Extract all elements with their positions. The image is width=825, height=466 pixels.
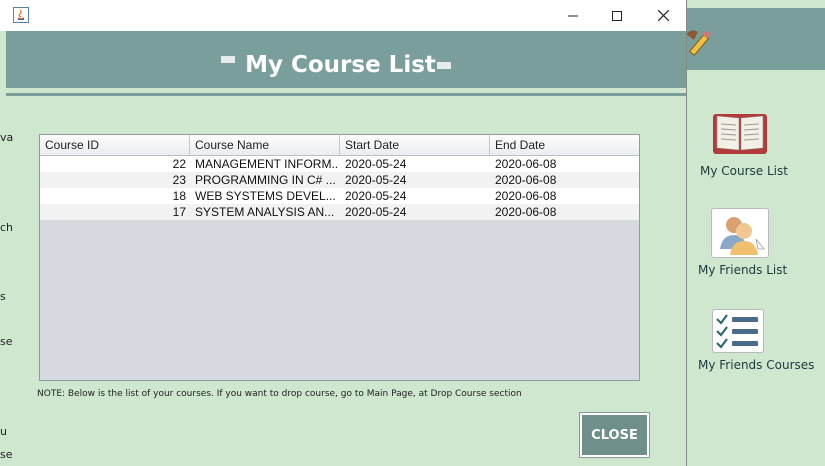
dialog-titlebar: [0, 0, 686, 31]
background-edge-text: s: [0, 290, 6, 303]
checklist-icon: [712, 309, 764, 353]
minimize-icon: [568, 15, 578, 16]
end-date-cell: 2020-06-08: [495, 173, 557, 187]
course-id-cell: 18: [172, 189, 186, 203]
header-decoration-right: [437, 62, 451, 69]
column-header-course-name[interactable]: Course Name: [190, 135, 340, 155]
course-id-cell: 17: [172, 205, 186, 219]
course-name-cell: SYSTEM ANALYSIS AN...: [195, 205, 335, 219]
java-app-icon: [13, 7, 29, 23]
page-title: My Course List: [245, 52, 436, 78]
maximize-icon: [612, 10, 622, 21]
table-header: Course ID Course Name Start Date End Dat…: [40, 135, 639, 156]
close-button[interactable]: CLOSE: [579, 412, 650, 458]
header-divider: [6, 93, 686, 96]
close-window-button[interactable]: [640, 0, 686, 31]
course-name-cell: MANAGEMENT INFORM...: [195, 157, 338, 171]
start-date-cell: 2020-05-24: [345, 189, 407, 203]
table-row[interactable]: 23 PROGRAMMING IN C# ... 2020-05-24 2020…: [40, 172, 639, 188]
book-icon: [711, 110, 767, 158]
drop-course-note: NOTE: Below is the list of your courses.…: [37, 389, 522, 399]
course-table[interactable]: Course ID Course Name Start Date End Dat…: [39, 134, 640, 381]
end-date-cell: 2020-06-08: [495, 157, 557, 171]
close-icon: [657, 10, 669, 21]
course-name-cell: PROGRAMMING IN C# ...: [195, 173, 336, 187]
friends-icon: [711, 208, 769, 258]
minimize-button[interactable]: [550, 0, 596, 31]
column-header-start-date[interactable]: Start Date: [340, 135, 490, 155]
course-name-cell: WEB SYSTEMS DEVEL...: [195, 189, 336, 203]
start-date-cell: 2020-05-24: [345, 157, 407, 171]
table-row[interactable]: 22 MANAGEMENT INFORM... 2020-05-24 2020-…: [40, 156, 639, 172]
maximize-button[interactable]: [594, 0, 640, 31]
sidebar-item-label: My Friends List: [698, 263, 788, 277]
table-row[interactable]: 18 WEB SYSTEMS DEVEL... 2020-05-24 2020-…: [40, 188, 639, 204]
start-date-cell: 2020-05-24: [345, 205, 407, 219]
background-edge-text: se: [0, 448, 13, 461]
end-date-cell: 2020-06-08: [495, 205, 557, 219]
column-header-end-date[interactable]: End Date: [490, 135, 639, 155]
column-header-course-id[interactable]: Course ID: [40, 135, 190, 155]
dialog-header-banner: My Course List: [6, 31, 686, 88]
background-edge-text: se: [0, 335, 13, 348]
start-date-cell: 2020-05-24: [345, 173, 407, 187]
background-edge-text: va: [0, 131, 14, 144]
table-row[interactable]: 17 SYSTEM ANALYSIS AN... 2020-05-24 2020…: [40, 204, 639, 220]
course-id-cell: 23: [172, 173, 186, 187]
sidebar-item-label: My Course List: [700, 164, 788, 178]
sidebar-item-label: My Friends Courses: [698, 358, 815, 372]
course-id-cell: 22: [172, 157, 186, 171]
pencil-icon: [686, 30, 711, 57]
background-edge-text: ch: [0, 221, 14, 234]
end-date-cell: 2020-06-08: [495, 189, 557, 203]
course-list-dialog: My Course List Course ID Course Name Sta…: [0, 0, 687, 466]
background-edge-text: u: [0, 425, 7, 438]
